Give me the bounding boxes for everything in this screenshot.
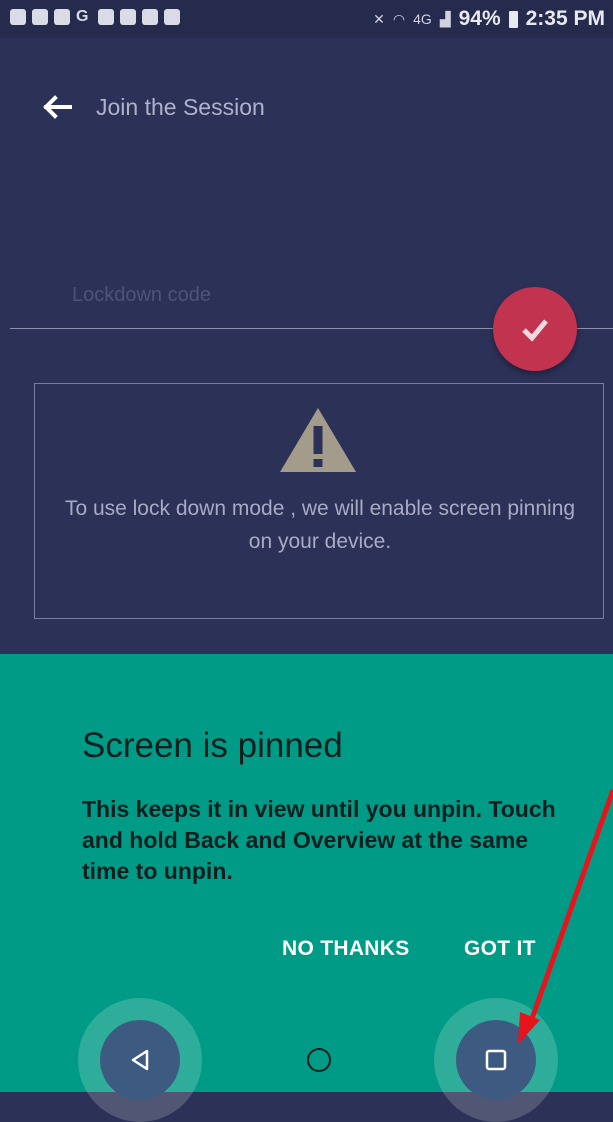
cast-icon [98, 9, 114, 25]
network-label: 4G [413, 11, 432, 27]
pin-dialog-title: Screen is pinned [82, 726, 343, 765]
mute-icon: ✕ [373, 10, 385, 27]
missed-call-icon [120, 9, 136, 25]
back-triangle-icon [131, 1049, 149, 1071]
nav-home-button[interactable] [307, 1048, 331, 1072]
warning-icon [280, 408, 356, 472]
system-status: ✕ ◠ 4G ▟ 94% 2:35 PM [373, 7, 605, 31]
app-header: Join the Session [0, 72, 613, 142]
battery-icon [508, 10, 518, 28]
status-bar: G ✕ ◠ 4G ▟ 94% 2:35 PM [0, 0, 613, 38]
nav-back-button[interactable] [100, 1020, 180, 1100]
submit-check-button[interactable] [493, 287, 577, 371]
got-it-button[interactable]: GOT IT [464, 937, 536, 961]
lockdown-code-input[interactable]: Lockdown code [72, 284, 211, 307]
page-title: Join the Session [96, 94, 265, 120]
check-icon [522, 319, 548, 342]
image-icon [32, 9, 48, 25]
wifi-icon: ◠ [392, 10, 406, 27]
shield-icon [54, 9, 70, 25]
back-arrow-icon[interactable] [40, 90, 74, 124]
google-icon: G [76, 8, 89, 25]
clock: 2:35 PM [525, 7, 605, 30]
notification-icons: G [10, 9, 180, 25]
camera-icon [142, 9, 158, 25]
overview-square-icon [485, 1049, 507, 1071]
nav-overview-button[interactable] [456, 1020, 536, 1100]
battery-percent: 94% [458, 7, 501, 30]
info-box: To use lock down mode , we will enable s… [34, 383, 604, 619]
message-icon [10, 9, 26, 25]
signal-icon: ▟ [439, 10, 451, 27]
pin-dialog-body: This keeps it in view until you unpin. T… [82, 796, 556, 884]
photo-icon [164, 9, 180, 25]
info-message: To use lock down mode , we will enable s… [64, 497, 576, 553]
no-thanks-button[interactable]: NO THANKS [282, 937, 410, 961]
